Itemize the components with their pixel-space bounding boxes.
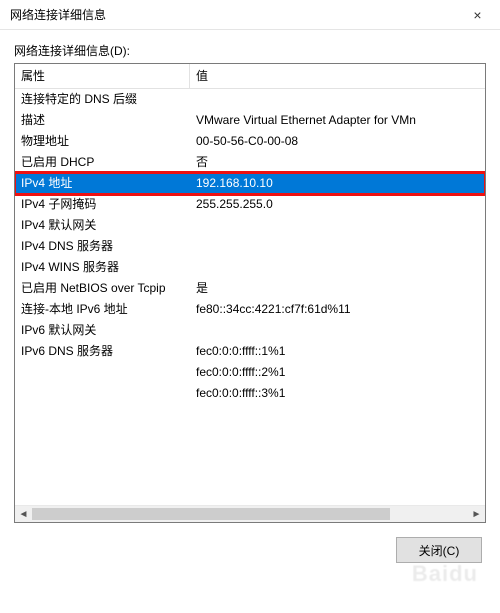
list-row[interactable]: IPv4 WINS 服务器 — [15, 257, 485, 278]
cell-value — [190, 215, 485, 236]
list-rows: 连接特定的 DNS 后缀描述VMware Virtual Ethernet Ad… — [15, 89, 485, 505]
list-header: 属性 值 — [15, 64, 485, 89]
cell-property: IPv4 DNS 服务器 — [15, 236, 190, 257]
scroll-thumb[interactable] — [32, 508, 390, 520]
scroll-track[interactable] — [32, 506, 468, 522]
cell-property: IPv4 WINS 服务器 — [15, 257, 190, 278]
scroll-left-icon[interactable]: ◄ — [15, 506, 32, 522]
cell-property: IPv6 DNS 服务器 — [15, 341, 190, 362]
cell-value: 是 — [190, 278, 485, 299]
cell-property: 已启用 NetBIOS over Tcpip — [15, 278, 190, 299]
cell-value: fe80::34cc:4221:cf7f:61d%11 — [190, 299, 485, 320]
list-row[interactable]: IPv6 默认网关 — [15, 320, 485, 341]
cell-value: 否 — [190, 152, 485, 173]
details-listbox: 属性 值 连接特定的 DNS 后缀描述VMware Virtual Ethern… — [14, 63, 486, 523]
cell-value — [190, 89, 485, 110]
cell-value: 255.255.255.0 — [190, 194, 485, 215]
cell-value: fec0:0:0:ffff::1%1 — [190, 341, 485, 362]
button-row: 关闭(C) — [14, 523, 486, 563]
cell-property: 描述 — [15, 110, 190, 131]
list-row[interactable]: 已启用 NetBIOS over Tcpip是 — [15, 278, 485, 299]
cell-property: IPv4 子网掩码 — [15, 194, 190, 215]
title-bar: 网络连接详细信息 × — [0, 0, 500, 30]
list-row[interactable]: IPv4 地址192.168.10.10 — [15, 173, 485, 194]
dialog-content: 网络连接详细信息(D): 属性 值 连接特定的 DNS 后缀描述VMware V… — [0, 30, 500, 613]
horizontal-scrollbar[interactable]: ◄ ► — [15, 505, 485, 522]
cell-value: fec0:0:0:ffff::2%1 — [190, 362, 485, 383]
list-row[interactable]: 已启用 DHCP否 — [15, 152, 485, 173]
header-property[interactable]: 属性 — [15, 64, 190, 88]
list-row[interactable]: 描述VMware Virtual Ethernet Adapter for VM… — [15, 110, 485, 131]
close-button[interactable]: 关闭(C) — [396, 537, 482, 563]
list-row[interactable]: 连接-本地 IPv6 地址fe80::34cc:4221:cf7f:61d%11 — [15, 299, 485, 320]
cell-property: 连接-本地 IPv6 地址 — [15, 299, 190, 320]
cell-property: 连接特定的 DNS 后缀 — [15, 89, 190, 110]
list-row[interactable]: fec0:0:0:ffff::3%1 — [15, 383, 485, 404]
window-title: 网络连接详细信息 — [10, 6, 455, 23]
cell-value — [190, 320, 485, 341]
section-label: 网络连接详细信息(D): — [14, 42, 486, 59]
list-row[interactable]: 物理地址00-50-56-C0-00-08 — [15, 131, 485, 152]
list-row[interactable]: IPv4 DNS 服务器 — [15, 236, 485, 257]
cell-property: IPv6 默认网关 — [15, 320, 190, 341]
header-value[interactable]: 值 — [190, 64, 485, 88]
list-row[interactable]: IPv6 DNS 服务器fec0:0:0:ffff::1%1 — [15, 341, 485, 362]
list-row[interactable]: fec0:0:0:ffff::2%1 — [15, 362, 485, 383]
close-icon: × — [473, 7, 481, 23]
cell-value — [190, 236, 485, 257]
list-row[interactable]: 连接特定的 DNS 后缀 — [15, 89, 485, 110]
list-row[interactable]: IPv4 默认网关 — [15, 215, 485, 236]
cell-property: IPv4 默认网关 — [15, 215, 190, 236]
cell-property: 已启用 DHCP — [15, 152, 190, 173]
cell-value: VMware Virtual Ethernet Adapter for VMn — [190, 110, 485, 131]
cell-value: 192.168.10.10 — [190, 173, 485, 194]
window-close-button[interactable]: × — [455, 0, 500, 30]
scroll-right-icon[interactable]: ► — [468, 506, 485, 522]
cell-value: fec0:0:0:ffff::3%1 — [190, 383, 485, 404]
list-row[interactable]: IPv4 子网掩码255.255.255.0 — [15, 194, 485, 215]
cell-value — [190, 257, 485, 278]
cell-property: IPv4 地址 — [15, 173, 190, 194]
cell-property: 物理地址 — [15, 131, 190, 152]
cell-value: 00-50-56-C0-00-08 — [190, 131, 485, 152]
